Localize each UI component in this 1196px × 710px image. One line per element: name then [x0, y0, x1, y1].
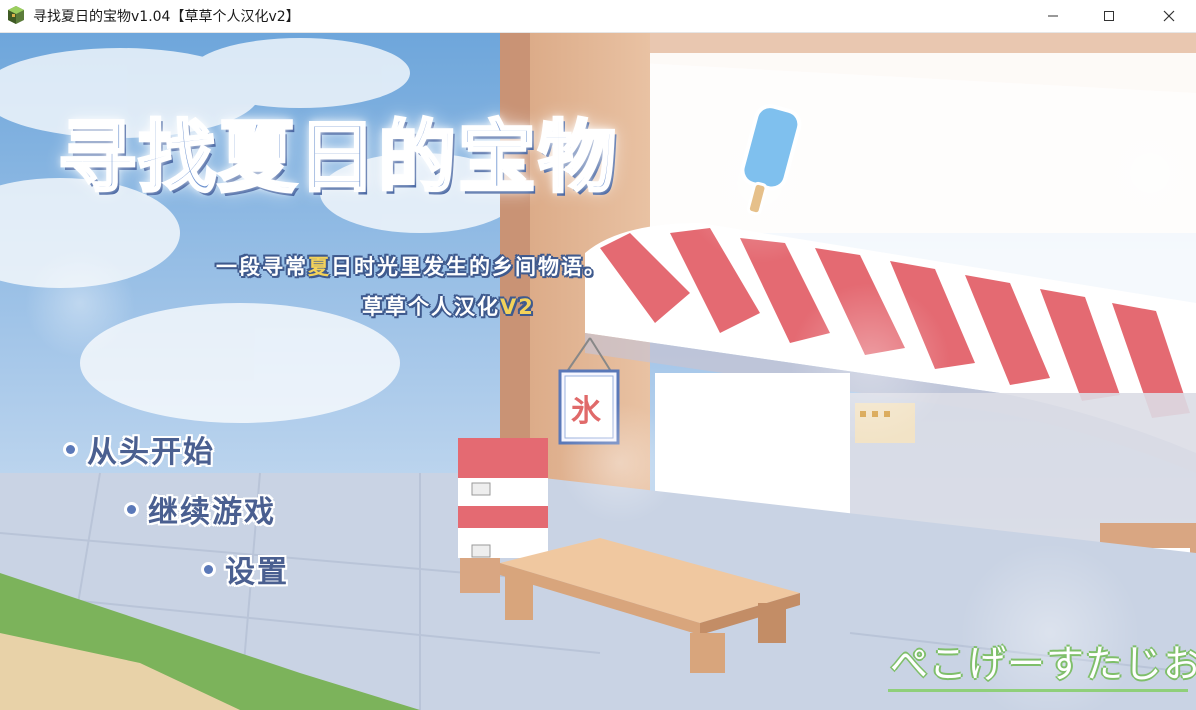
minimize-icon — [1048, 15, 1058, 17]
credit-version: V2 — [500, 295, 535, 319]
studio-logo: ぺこげーすたじお — [890, 642, 1196, 686]
menu-new-game-label: 从头开始 — [87, 435, 215, 470]
translation-credit: 草草个人汉化V2 — [362, 291, 535, 321]
menu-bullet-icon — [127, 504, 136, 514]
maximize-icon — [1104, 11, 1114, 21]
window-title: 寻找夏日的宝物v1.04【草草个人汉化v2】 — [33, 9, 300, 25]
ice-sign: 氷 — [571, 394, 601, 429]
game-app-icon — [8, 6, 24, 24]
subtitle-highlight: 夏 — [308, 255, 331, 279]
subtitle-text-start: 一段寻常 — [216, 255, 308, 279]
menu-bullet-icon — [66, 444, 75, 454]
close-icon — [1163, 10, 1175, 22]
minimize-button[interactable] — [1030, 0, 1076, 32]
menu-new-game[interactable]: 从头开始 — [66, 427, 215, 471]
game-title-screen[interactable]: 寻找夏日的宝物 一段寻常夏日时光里发生的乡间物语。 草草个人汉化V2 氷 从头开… — [0, 33, 1196, 710]
window-titlebar: 寻找夏日的宝物v1.04【草草个人汉化v2】 — [0, 0, 1196, 33]
game-subtitle: 一段寻常夏日时光里发生的乡间物语。 — [216, 251, 607, 281]
menu-settings[interactable]: 设置 — [204, 547, 289, 591]
menu-bullet-icon — [204, 564, 213, 574]
close-button[interactable] — [1146, 0, 1192, 32]
menu-continue[interactable]: 继续游戏 — [127, 487, 276, 531]
maximize-button[interactable] — [1086, 0, 1132, 32]
game-logo: 寻找夏日的宝物 — [56, 112, 619, 205]
menu-settings-label: 设置 — [225, 555, 289, 590]
studio-logo-underline — [888, 689, 1188, 692]
menu-continue-label: 继续游戏 — [148, 495, 276, 530]
credit-text: 草草个人汉化 — [362, 295, 500, 319]
subtitle-text-end: 日时光里发生的乡间物语。 — [331, 255, 607, 279]
